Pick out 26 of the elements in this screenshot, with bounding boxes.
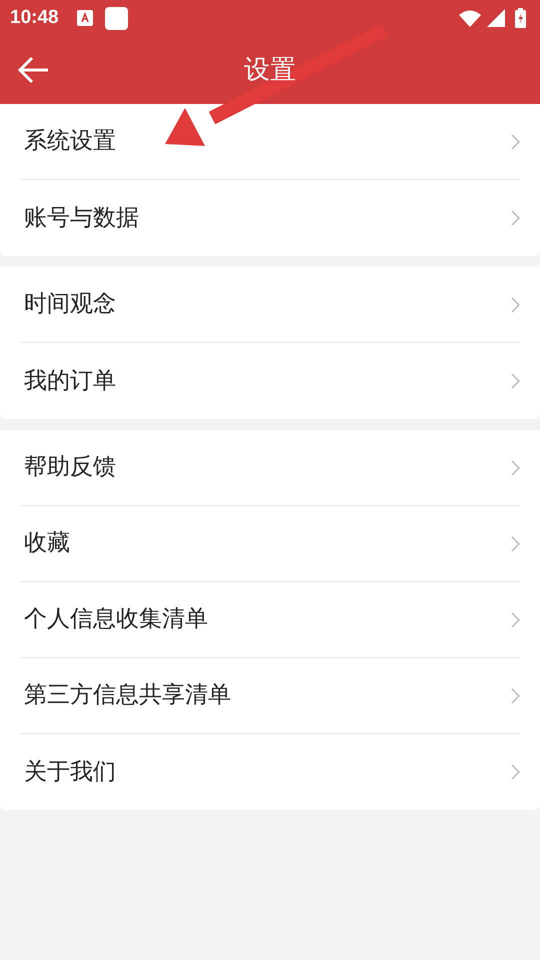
item-label: 账号与数据 — [24, 204, 139, 233]
status-time: 10:48 — [10, 6, 59, 30]
item-label: 系统设置 — [24, 127, 116, 156]
item-label: 帮助反馈 — [24, 453, 116, 482]
back-button[interactable] — [18, 56, 50, 84]
chevron-icon — [511, 536, 520, 552]
app-icon — [104, 6, 128, 30]
item-label: 时间观念 — [24, 290, 116, 320]
item-label: 第三方信息共享清单 — [24, 681, 231, 710]
item-label: 收藏 — [24, 529, 70, 558]
chevron-icon — [511, 296, 520, 312]
chevron-icon — [511, 764, 520, 780]
item-label: 我的订单 — [24, 366, 116, 396]
chevron-icon — [511, 688, 520, 704]
chevron-icon — [511, 612, 520, 628]
item-label: 关于我们 — [24, 758, 116, 787]
notification-icon — [76, 10, 93, 26]
chevron-icon — [511, 373, 520, 389]
signal-icon — [487, 9, 505, 27]
wifi-icon — [459, 10, 481, 26]
chevron-icon — [511, 134, 520, 150]
page-title: 设置 — [244, 54, 296, 86]
item-label: 个人信息收集清单 — [24, 605, 208, 634]
battery-icon — [515, 8, 526, 28]
chevron-icon — [511, 460, 520, 476]
chevron-icon — [511, 210, 520, 226]
